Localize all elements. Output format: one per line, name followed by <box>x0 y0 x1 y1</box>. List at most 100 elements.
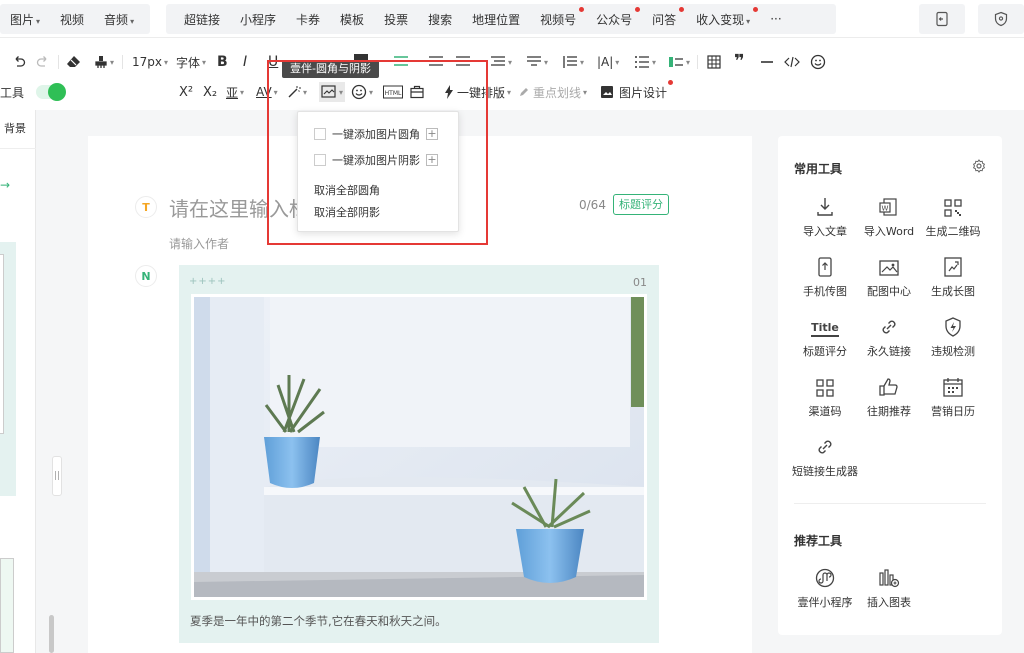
indent-button[interactable]: ▾ <box>490 52 512 72</box>
image-card[interactable]: ++++ 01 夏季是一年中的第二个季节,它在春天和秋天之间。 <box>179 265 659 643</box>
short-link-icon <box>792 433 858 457</box>
nav-item[interactable]: 收入变现 ▾ <box>686 6 760 28</box>
font-family-value: 字体 <box>176 55 201 70</box>
nav-item[interactable]: 卡券 <box>286 11 330 28</box>
letter-spacing-icon: |A| <box>597 55 614 69</box>
background-tab[interactable]: 背景 <box>4 120 26 136</box>
nav-item[interactable]: 图片 ▾ <box>0 11 50 28</box>
tool-channel-code[interactable]: 渠道码 <box>792 373 858 419</box>
line-height-button[interactable]: ▾ <box>562 52 584 72</box>
letter-spacing-button[interactable]: |A| ▾ <box>597 52 619 72</box>
subscript-button[interactable]: X₂ <box>203 82 217 102</box>
emoji-icon <box>810 54 826 70</box>
paragraph-spacing-icon <box>527 56 541 66</box>
shield-icon <box>994 11 1008 27</box>
link-icon <box>856 313 922 337</box>
nav-item[interactable]: 地理位置 <box>462 11 530 28</box>
title-score-button[interactable]: 标题评分 <box>613 194 669 215</box>
list-button[interactable]: ▾ <box>634 52 656 72</box>
title-score-icon: Title <box>792 313 858 337</box>
share-button[interactable] <box>919 4 965 34</box>
tool-label: 短链接生成器 <box>792 465 858 478</box>
scrollbar[interactable] <box>49 615 54 653</box>
nav-item[interactable]: 视频号 <box>530 6 586 28</box>
table-button[interactable] <box>707 52 721 72</box>
nav-item[interactable]: 小程序 <box>230 11 286 28</box>
thumb-up-icon <box>856 373 922 397</box>
qrcode-icon <box>920 193 986 217</box>
tool-word[interactable]: W 导入Word <box>856 193 922 239</box>
font-size-select[interactable]: 17px ▾ <box>132 52 168 72</box>
code-button[interactable] <box>784 52 800 72</box>
svg-text:W: W <box>882 205 889 213</box>
tool-label: 永久链接 <box>867 345 911 358</box>
nav-item[interactable]: 投票 <box>374 11 418 28</box>
import-icon <box>792 193 858 217</box>
thumbnail-preview <box>0 254 4 434</box>
tool-calendar[interactable]: 营销日历 <box>920 373 986 419</box>
bold-button[interactable]: B <box>217 52 228 72</box>
nav-item-label: 模板 <box>340 12 365 27</box>
quote-button[interactable]: ❞ <box>734 50 745 72</box>
tool-violation-check[interactable]: 违规检测 <box>920 313 986 359</box>
tool-import[interactable]: 导入文章 <box>792 193 858 239</box>
nav-item-label: 音频 <box>104 12 129 27</box>
image-design-label: 图片设计 <box>619 85 668 100</box>
template-thumbnail-2[interactable] <box>0 558 14 653</box>
summer-photo[interactable] <box>194 297 644 597</box>
insert-chart-icon <box>856 564 922 588</box>
superscript-button[interactable]: X² <box>179 82 193 102</box>
new-badge-dot <box>679 6 685 12</box>
tool-long-image[interactable]: 生成长图 <box>920 253 986 299</box>
horizontal-rule-icon <box>761 61 773 63</box>
bold-icon: B <box>217 54 228 70</box>
tool-link[interactable]: 永久链接 <box>856 313 922 359</box>
paragraph-spacing-button[interactable]: ▾ <box>526 52 548 72</box>
nav-item[interactable]: 视频 <box>50 11 94 28</box>
tool-miniprogram[interactable]: 壹伴小程序 <box>792 564 858 610</box>
tools-panel: 常用工具 导入文章 W 导入Word 生成二维码 手机传图 配图中心 生成长图 Title 标题… <box>778 136 1002 635</box>
tools-toggle[interactable] <box>36 82 66 102</box>
arrow-icon[interactable]: → <box>0 178 10 192</box>
nav-item-label: 卡券 <box>296 12 321 27</box>
format-painter-button[interactable]: ▾ <box>94 52 114 72</box>
undo-button[interactable] <box>12 52 26 72</box>
block-style-button[interactable]: ▾ <box>668 52 690 72</box>
italic-button[interactable]: I <box>243 52 247 72</box>
nav-item-label: 问答 <box>652 12 677 27</box>
nav-item[interactable]: 音频 ▾ <box>94 11 144 28</box>
title-counter: 0/64 <box>579 198 606 212</box>
quote-icon: ❞ <box>734 50 745 72</box>
text-indent-icon: 亚 <box>226 85 239 100</box>
tool-short-link[interactable]: 短链接生成器 <box>792 433 858 479</box>
panel-resize-handle[interactable]: || <box>52 456 62 496</box>
redo-button[interactable] <box>36 52 50 72</box>
nav-item[interactable]: 问答 <box>642 6 686 28</box>
tool-image-center[interactable]: 配图中心 <box>856 253 922 299</box>
settings-icon[interactable] <box>972 159 986 176</box>
tool-title-score[interactable]: Title 标题评分 <box>792 313 858 359</box>
tool-phone-upload[interactable]: 手机传图 <box>792 253 858 299</box>
nav-item[interactable]: 搜索 <box>418 11 462 28</box>
divider-button[interactable] <box>760 52 774 72</box>
nav-item[interactable]: 公众号 <box>586 6 642 28</box>
nav-item-label: 视频 <box>60 12 85 27</box>
text-indent-button[interactable]: 亚 ▾ <box>226 82 244 102</box>
tool-qrcode[interactable]: 生成二维码 <box>920 193 986 239</box>
highlight-button[interactable]: 重点划线 ▾ <box>518 82 587 102</box>
tool-thumb-up[interactable]: 往期推荐 <box>856 373 922 419</box>
image-design-button[interactable]: 图片设计 <box>600 80 674 102</box>
tool-insert-chart[interactable]: 插入图表 <box>856 564 922 610</box>
nav-item[interactable]: 超链接 <box>174 11 230 28</box>
eraser-button[interactable] <box>66 52 82 72</box>
image-caption[interactable]: 夏季是一年中的第二个季节,它在春天和秋天之间。 <box>190 613 447 629</box>
font-family-select[interactable]: 字体 ▾ <box>176 52 206 72</box>
nav-item[interactable]: ··· <box>760 12 791 26</box>
nav-item[interactable]: 模板 <box>330 11 374 28</box>
line-height-icon <box>563 56 577 68</box>
author-input[interactable]: 请输入作者 <box>169 235 229 252</box>
emoji-button[interactable] <box>810 52 826 72</box>
security-button[interactable] <box>978 4 1024 34</box>
recommended-tools-title: 推荐工具 <box>794 534 843 548</box>
formatting-toolbar: ▾ 17px ▾ 字体 ▾ B I U ▾ ▾ ▾ |A| ▾ ▾ ▾ ❞ 工具 X²… <box>0 38 1024 110</box>
